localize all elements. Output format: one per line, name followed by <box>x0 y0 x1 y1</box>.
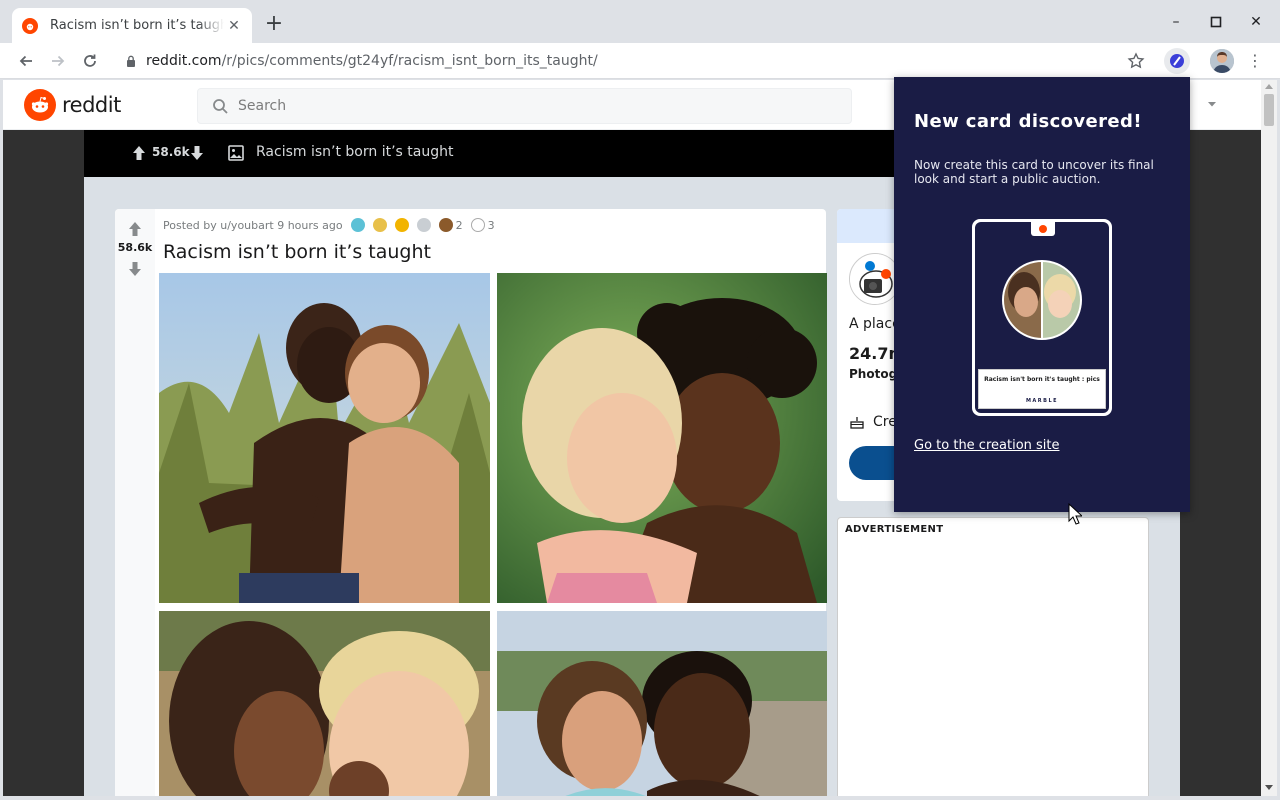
advertisement-card: ADVERTISEMENT <box>837 517 1149 796</box>
search-placeholder: Search <box>238 98 287 114</box>
profile-avatar[interactable] <box>1210 49 1234 73</box>
back-arrow-icon[interactable] <box>14 49 38 73</box>
reddit-snoo-icon <box>24 89 56 121</box>
card-brand: MARBLE <box>1025 398 1059 404</box>
card-reddit-tab <box>1031 222 1055 236</box>
award-count: 2 <box>455 218 463 232</box>
posted-by[interactable]: Posted by u/youbart 9 hours ago <box>163 219 343 232</box>
photo-boys-hugging <box>159 273 490 603</box>
reddit-dot-icon <box>1039 225 1047 233</box>
marble-extension-icon[interactable] <box>1164 48 1190 74</box>
address-bar[interactable]: reddit.com/r/pics/comments/gt24yf/racism… <box>112 47 1157 75</box>
popup-title: New card discovered! <box>914 111 1142 132</box>
scroll-down-arrow-icon[interactable] <box>1265 785 1273 790</box>
created-date: Cre <box>849 414 897 430</box>
award-icon <box>350 218 365 232</box>
tab-close-icon[interactable]: ✕ <box>226 18 242 34</box>
reload-icon[interactable] <box>78 49 102 73</box>
new-tab-icon[interactable]: + <box>262 13 286 37</box>
mouse-cursor-icon <box>1068 503 1082 525</box>
popup-subtitle: Now create this card to uncover its fina… <box>914 158 1154 186</box>
upvote-icon[interactable] <box>132 145 146 161</box>
reddit-favicon-icon <box>22 17 38 34</box>
search-icon <box>213 99 228 114</box>
post-meta: Posted by u/youbart 9 hours ago 2 3 <box>163 218 495 232</box>
card-inner: Racism isn't born it's taught : pics MAR… <box>975 222 1109 413</box>
award-icon <box>438 218 453 232</box>
ad-label: ADVERTISEMENT <box>845 524 944 535</box>
url-text: reddit.com/r/pics/comments/gt24yf/racism… <box>146 53 598 69</box>
award-count: 3 <box>487 218 495 232</box>
post-bar-title: Racism isn’t born it’s taught <box>256 144 454 160</box>
page-scrollbar[interactable] <box>1261 80 1277 796</box>
browser-toolbar: reddit.com/r/pics/comments/gt24yf/racism… <box>0 43 1280 79</box>
minimize-icon[interactable]: – <box>1166 12 1186 32</box>
marble-extension-popup: New card discovered! Now create this car… <box>894 77 1190 512</box>
card-label-text: Racism isn't born it's taught : pics <box>984 376 1100 383</box>
vote-column: 58.6k <box>115 209 155 796</box>
creation-site-link[interactable]: Go to the creation site <box>914 438 1060 453</box>
post-upvote-icon[interactable] <box>128 221 142 237</box>
photo-toddlers <box>159 611 490 796</box>
tab-title: Racism isn’t born it’s taught <box>50 18 224 33</box>
user-menu-chevron-icon[interactable] <box>1206 98 1218 110</box>
cake-icon <box>850 417 864 429</box>
scroll-thumb[interactable] <box>1264 94 1274 126</box>
photo-kiss <box>497 611 827 796</box>
search-input[interactable]: Search <box>197 88 852 124</box>
card-image-circle <box>1002 260 1082 340</box>
award-icon <box>470 218 485 232</box>
post-title[interactable]: Racism isn’t born it’s taught <box>163 241 431 263</box>
forward-arrow-icon[interactable] <box>46 49 70 73</box>
reddit-logo[interactable]: reddit <box>24 89 121 121</box>
post-card: 58.6k Posted by u/youbart 9 hours ago 2 … <box>115 209 827 796</box>
card-label: Racism isn't born it's taught : pics MAR… <box>978 369 1106 409</box>
post-bar-score: 58.6k <box>152 145 190 159</box>
image-post-icon <box>228 145 244 161</box>
browser-menu-icon[interactable]: ⋮ <box>1245 49 1265 73</box>
downvote-icon[interactable] <box>190 145 204 161</box>
post-downvote-icon[interactable] <box>128 261 142 277</box>
browser-tabstrip: Racism isn’t born it’s taught ✕ + – ✕ <box>0 0 1280 43</box>
award-icon <box>394 218 409 232</box>
photo-girls-hugging <box>497 273 827 603</box>
post-score: 58.6k <box>117 241 153 254</box>
maximize-icon[interactable] <box>1206 12 1226 32</box>
subreddit-description: A place <box>849 316 901 332</box>
browser-tab[interactable]: Racism isn’t born it’s taught ✕ <box>12 8 252 43</box>
award-icon <box>416 218 431 232</box>
lock-icon <box>127 55 135 67</box>
scroll-up-arrow-icon[interactable] <box>1265 84 1273 89</box>
reddit-wordmark: reddit <box>62 93 121 117</box>
window-close-icon[interactable]: ✕ <box>1246 12 1266 32</box>
post-image-gallery[interactable] <box>155 273 827 796</box>
bookmark-star-icon[interactable] <box>1127 52 1145 70</box>
card-preview: Racism isn't born it's taught : pics MAR… <box>972 219 1112 416</box>
award-icon <box>372 218 387 232</box>
